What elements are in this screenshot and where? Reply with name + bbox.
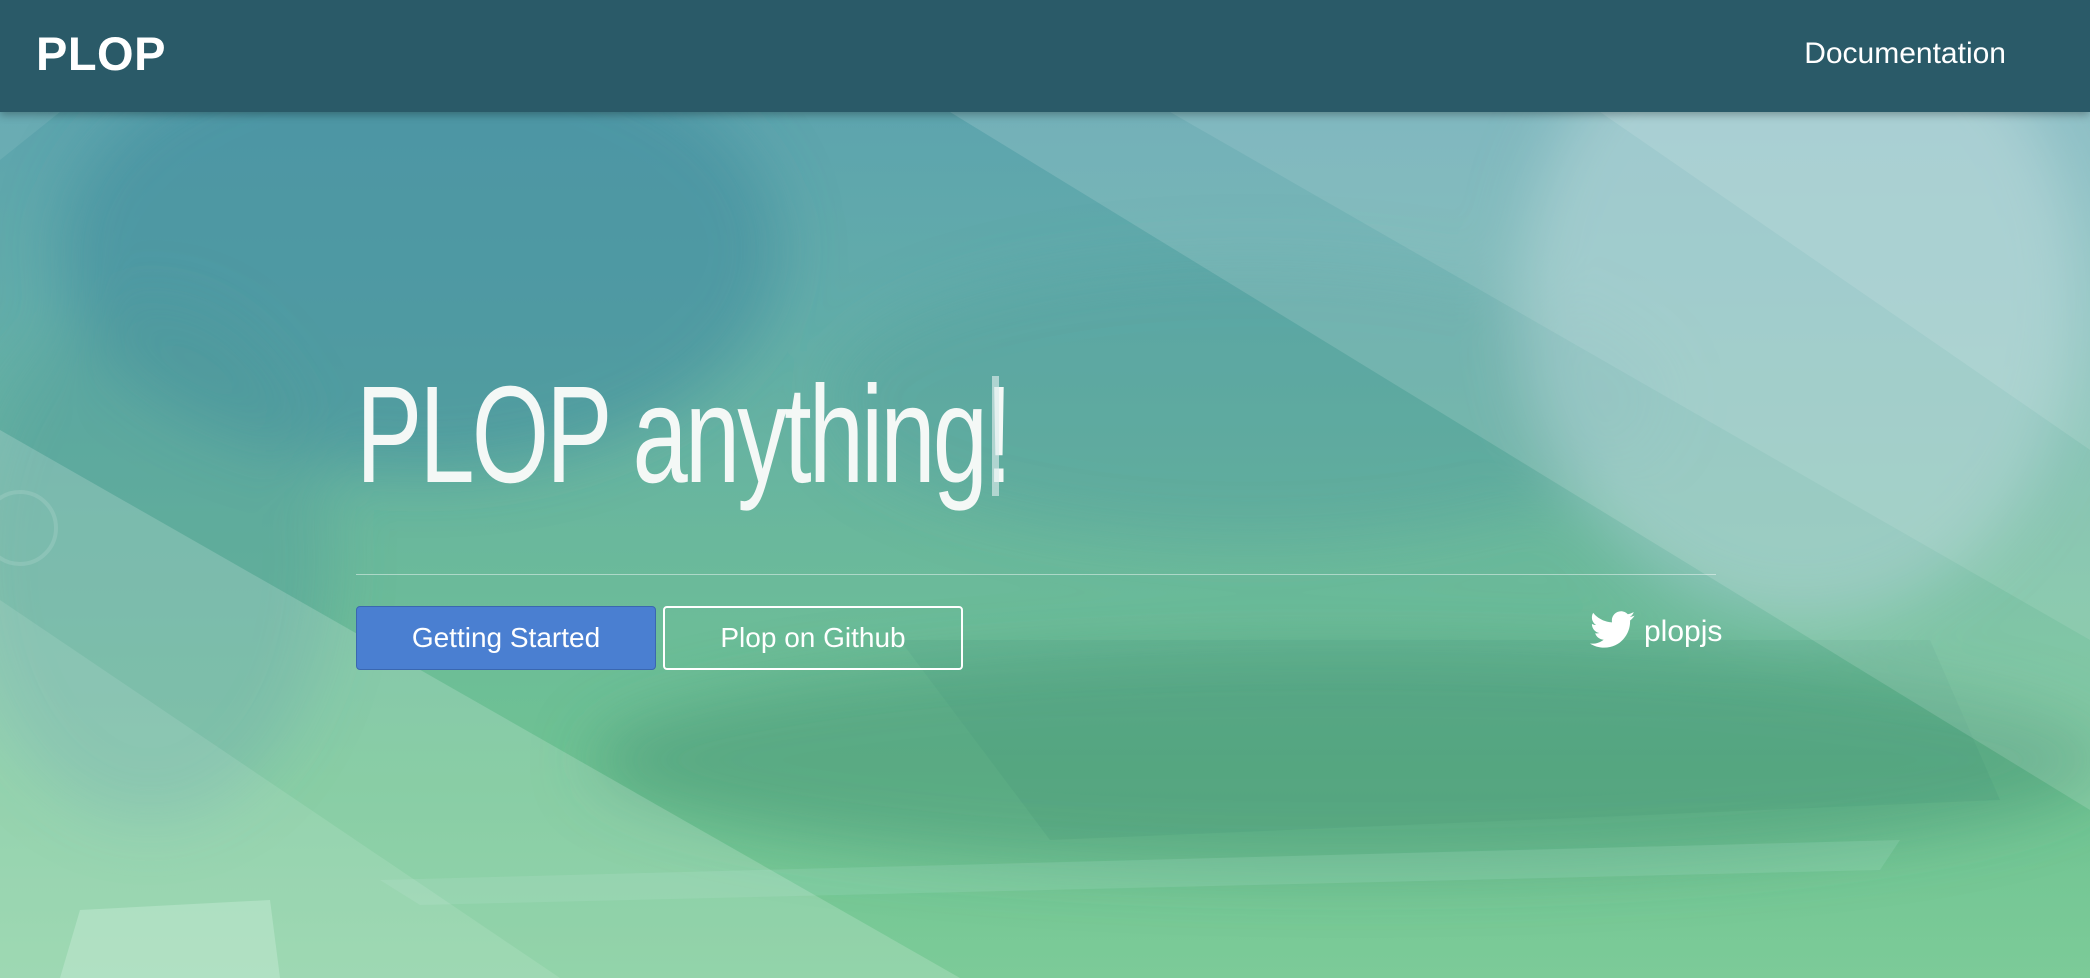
typing-cursor [992,376,999,496]
hero-title: PLOP anything! [356,358,1013,512]
brand-logo[interactable]: PLOP [36,26,166,82]
hero-divider [356,574,1716,575]
plop-on-github-button[interactable]: Plop on Github [663,606,963,670]
twitter-handle: plopjs [1644,615,1723,648]
hero-section: PLOP anything! [356,355,1716,515]
top-navbar: PLOP Documentation [0,0,2090,112]
documentation-link[interactable]: Documentation [1804,34,2006,74]
twitter-link[interactable]: plopjs [1590,608,1722,656]
getting-started-button[interactable]: Getting Started [356,606,656,670]
page: PLOP Documentation PLOP anything! Gettin… [0,0,2090,978]
twitter-bird-icon [1590,610,1636,654]
